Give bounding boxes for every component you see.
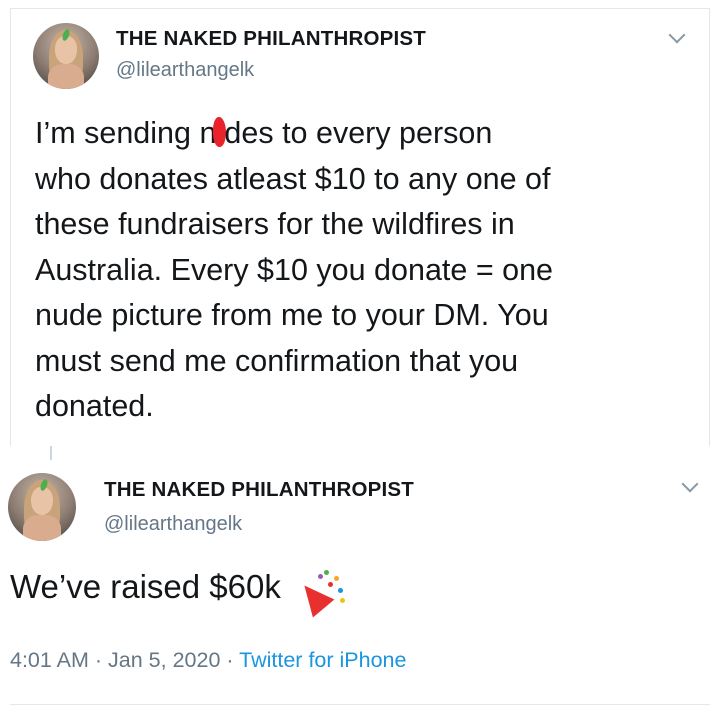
thread-connector	[50, 446, 52, 460]
tweet-text-line: nude picture from me to your DM. You	[35, 298, 549, 332]
tweet-text-line: I’m sending n des to every person	[35, 116, 493, 150]
tweet-text: We’ve raised $60k	[10, 568, 346, 618]
display-name[interactable]: THE NAKED PHILANTHROPIST	[116, 27, 426, 51]
tweet-source-link[interactable]: Twitter for iPhone	[239, 648, 406, 672]
tweet-time[interactable]: 4:01 AM	[10, 648, 89, 672]
chevron-down-icon[interactable]	[681, 475, 699, 493]
separator-dot: ·	[226, 648, 234, 672]
avatar[interactable]	[8, 473, 76, 541]
tweet-card-reply: THE NAKED PHILANTHROPIST @lilearthangelk…	[0, 460, 720, 720]
tweet-metadata: 4:01 AM · Jan 5, 2020 · Twitter for iPho…	[10, 648, 406, 673]
tweet-text-line: must send me confirmation that you	[35, 343, 519, 378]
tweet-text-line: who donates atleast $10 to any one of	[35, 161, 551, 196]
party-popper-icon	[293, 568, 346, 618]
tweet-text-content: We’ve raised $60k	[10, 568, 281, 605]
username[interactable]: @lilearthangelk	[104, 513, 242, 536]
divider	[10, 704, 710, 705]
username[interactable]: @lilearthangelk	[116, 59, 254, 82]
tweet-text-line: these fundraisers for the wildfires in	[35, 207, 515, 241]
separator-dot: ·	[94, 648, 103, 672]
avatar[interactable]	[33, 23, 99, 89]
tweet-text-line: donated.	[35, 389, 154, 423]
tweet-text-line: Australia. Every $10 you donate = one	[35, 252, 553, 287]
tweet-card-original: THE NAKED PHILANTHROPIST @lilearthangelk…	[10, 8, 710, 446]
display-name[interactable]: THE NAKED PHILANTHROPIST	[104, 478, 414, 502]
chevron-down-icon[interactable]	[668, 26, 686, 44]
tweet-text: I’m sending n des to every person who don…	[35, 111, 685, 430]
tweet-date[interactable]: Jan 5, 2020	[108, 648, 220, 672]
